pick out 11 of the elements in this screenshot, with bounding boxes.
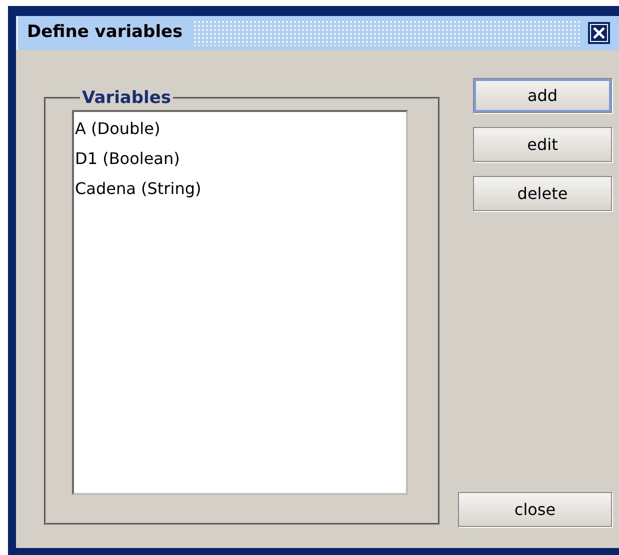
list-item[interactable]: A (Double) [75, 114, 405, 144]
dialog-button[interactable]: close [458, 492, 612, 527]
variables-list[interactable]: A (Double) D1 (Boolean) Cadena (String) [72, 110, 408, 495]
group-title: Variables [81, 88, 172, 108]
window-title: Define variables [26, 21, 183, 44]
dialog-button[interactable]: edit [473, 127, 612, 162]
list-item[interactable]: D1 (Boolean) [75, 144, 405, 174]
list-item[interactable]: Cadena (String) [75, 174, 405, 204]
dialog-button[interactable]: delete [473, 176, 612, 211]
close-icon[interactable] [588, 22, 610, 44]
dialog-button[interactable]: add [473, 78, 612, 113]
